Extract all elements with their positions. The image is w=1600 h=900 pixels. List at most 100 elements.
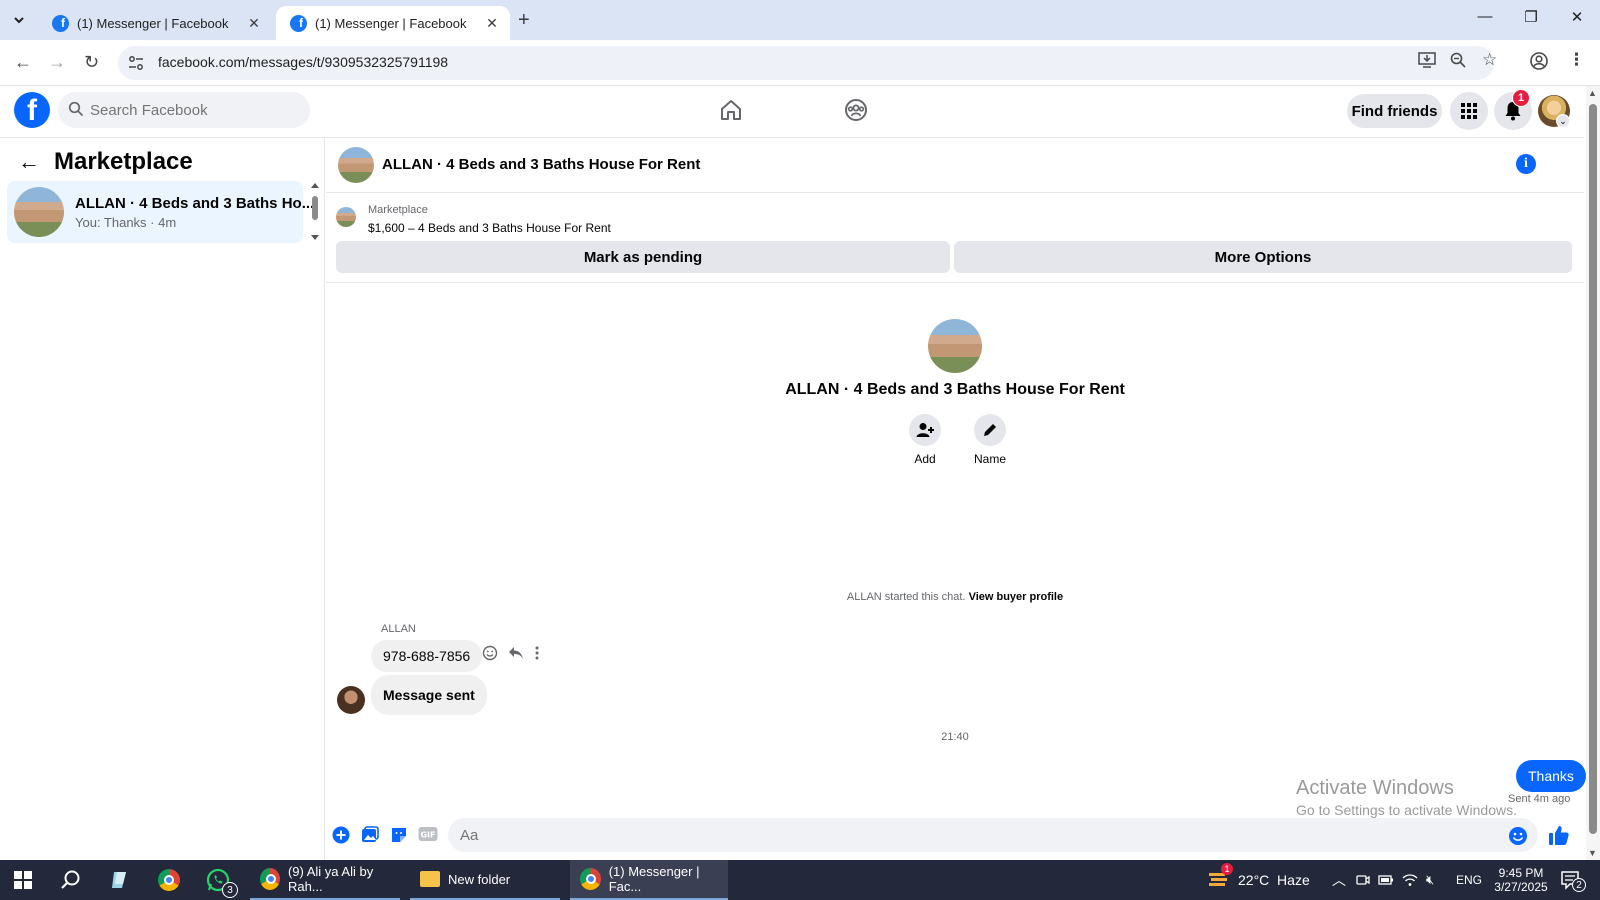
mark-as-pending-button[interactable]: Mark as pending xyxy=(336,241,950,273)
search-input[interactable] xyxy=(90,92,300,128)
view-buyer-profile-link[interactable]: View buyer profile xyxy=(969,591,1064,603)
groups-icon[interactable] xyxy=(844,98,868,125)
chat-title[interactable]: ALLAN · 4 Beds and 3 Baths House For Ren… xyxy=(382,156,700,173)
clock[interactable]: 9:45 PM 3/27/2025 xyxy=(1488,860,1554,900)
incoming-message-bubble[interactable]: 978-688-7856 xyxy=(371,640,483,672)
close-icon[interactable]: ✕ xyxy=(484,15,500,31)
chrome-logo-icon xyxy=(158,869,180,891)
volume-muted-icon[interactable]: 🔇︎ xyxy=(1426,860,1434,900)
back-arrow-icon[interactable]: ← xyxy=(14,52,32,73)
reply-icon[interactable] xyxy=(508,646,524,663)
add-person-icon xyxy=(909,414,941,446)
new-tab-button[interactable]: + xyxy=(518,9,530,32)
meet-now-icon[interactable] xyxy=(1356,860,1370,900)
facebook-header: f Find friends 1 ⌄ xyxy=(0,86,1584,138)
sidebar-title-row: ← Marketplace xyxy=(18,148,193,176)
kebab-menu-icon[interactable]: ⋮ xyxy=(1568,50,1585,70)
react-emoji-icon[interactable] xyxy=(482,645,498,664)
zoom-icon[interactable] xyxy=(1450,52,1466,72)
site-info-icon[interactable] xyxy=(128,55,144,74)
browser-tab-2[interactable]: f (1) Messenger | Facebook ✕ xyxy=(276,6,510,40)
name-button[interactable]: Name xyxy=(960,414,1020,466)
chevron-down-icon xyxy=(14,17,24,24)
chrome-logo-icon xyxy=(580,868,601,890)
scroll-down-arrow-icon[interactable]: ▼ xyxy=(1588,848,1597,858)
sticker-icon[interactable] xyxy=(390,826,408,847)
whatsapp-icon[interactable]: 3 xyxy=(206,860,238,900)
marketplace-label: Marketplace xyxy=(368,204,428,216)
scrollbar-thumb[interactable] xyxy=(1589,104,1597,834)
facebook-favicon-icon: f xyxy=(290,14,307,32)
taskbar-app-chrome-music[interactable]: (9) Ali ya Ali by Rah... xyxy=(250,860,400,900)
menu-grid-button[interactable] xyxy=(1450,92,1488,130)
marketplace-listing-bar: Marketplace $1,600 – 4 Beds and 3 Baths … xyxy=(326,193,1584,283)
message-actions xyxy=(482,645,540,664)
start-button[interactable] xyxy=(14,860,32,900)
listing-photo[interactable] xyxy=(338,147,374,183)
language-indicator[interactable]: ENG xyxy=(1456,860,1482,900)
listing-thumbnail xyxy=(336,207,356,227)
listing-price-title[interactable]: $1,600 – 4 Beds and 3 Baths House For Re… xyxy=(368,221,611,235)
conversation-item[interactable]: ALLAN · 4 Beds and 3 Baths Ho... You: Th… xyxy=(7,181,314,243)
home-icon[interactable] xyxy=(719,98,743,125)
app-icon[interactable] xyxy=(110,860,130,900)
intro-listing-photo xyxy=(928,319,982,373)
restore-button[interactable]: ❐ xyxy=(1516,8,1546,26)
windows-taskbar: 3 (9) Ali ya Ali by Rah... New folder (1… xyxy=(0,860,1600,900)
emoji-icon[interactable] xyxy=(1508,826,1528,849)
add-label: Add xyxy=(914,452,936,466)
outgoing-message-bubble[interactable]: Thanks xyxy=(1516,760,1586,792)
thumbs-up-icon[interactable] xyxy=(1548,824,1570,849)
taskbar-app-label: (9) Ali ya Ali by Rah... xyxy=(287,864,374,894)
facebook-search[interactable] xyxy=(58,92,310,128)
chevron-up-icon[interactable]: ︿ xyxy=(1332,860,1346,900)
chevron-down-icon[interactable]: ⌄ xyxy=(1556,114,1570,128)
facebook-favicon-icon: f xyxy=(52,14,69,32)
search-icon xyxy=(61,870,80,889)
sender-name: ALLAN xyxy=(381,623,416,635)
plus-circle-icon[interactable] xyxy=(332,826,350,847)
browser-tabbar: f (1) Messenger | Facebook ✕ f (1) Messe… xyxy=(0,0,1600,40)
tab-search-button[interactable] xyxy=(6,8,32,32)
page-scrollbar[interactable]: ▲ ▼ xyxy=(1586,86,1600,860)
search-taskbar-button[interactable] xyxy=(60,860,82,900)
find-friends-button[interactable]: Find friends xyxy=(1347,94,1442,128)
window-close-button[interactable]: ✕ xyxy=(1562,8,1592,26)
more-options-button[interactable]: More Options xyxy=(954,241,1572,273)
reload-icon[interactable]: ↻ xyxy=(84,52,99,73)
message-input[interactable] xyxy=(460,818,1500,852)
browser-tab-1[interactable]: f (1) Messenger | Facebook ✕ xyxy=(38,6,272,40)
search-icon xyxy=(68,101,84,117)
battery-icon[interactable] xyxy=(1378,860,1394,900)
install-app-icon[interactable] xyxy=(1418,52,1436,72)
scroll-up-arrow-icon[interactable]: ▲ xyxy=(1588,88,1597,98)
intro-name: ALLAN · 4 Beds and 3 Baths House For Ren… xyxy=(785,381,1125,398)
weather-widget[interactable]: 1 22°C Haze xyxy=(1208,860,1310,900)
add-button[interactable]: Add xyxy=(895,414,955,466)
sidebar-scrollbar[interactable] xyxy=(310,182,320,242)
omnibox[interactable]: facebook.com/messages/t/9309532325791198 xyxy=(118,46,1494,80)
chrome-icon[interactable] xyxy=(158,860,188,900)
conversation-preview: You: Thanks · 4m xyxy=(75,215,177,230)
profile-icon[interactable] xyxy=(1530,52,1548,74)
back-arrow-icon[interactable]: ← xyxy=(18,149,40,175)
sender-avatar[interactable] xyxy=(337,686,365,714)
taskbar-app-file-explorer[interactable]: New folder xyxy=(410,860,560,900)
facebook-logo-icon[interactable]: f xyxy=(14,92,50,128)
incoming-message-bubble[interactable]: Message sent xyxy=(371,675,487,715)
wifi-icon[interactable] xyxy=(1402,860,1418,900)
url-text[interactable]: facebook.com/messages/t/9309532325791198 xyxy=(158,54,448,70)
bookmark-star-icon[interactable]: ☆ xyxy=(1482,50,1497,70)
weather-badge: 1 xyxy=(1221,862,1233,875)
notification-center-badge: 2 xyxy=(1572,878,1586,892)
notification-center-icon[interactable]: 2 xyxy=(1560,860,1586,900)
gif-icon[interactable]: GIF xyxy=(418,826,438,845)
minimize-button[interactable]: — xyxy=(1470,8,1500,25)
info-icon[interactable]: i xyxy=(1516,154,1536,174)
close-icon[interactable]: ✕ xyxy=(246,15,262,31)
more-actions-icon[interactable] xyxy=(534,646,540,663)
photo-icon[interactable] xyxy=(361,826,379,847)
taskbar-app-chrome-messenger[interactable]: (1) Messenger | Fac... xyxy=(570,860,728,900)
forward-arrow-icon[interactable]: → xyxy=(48,52,66,73)
clock-time: 9:45 PM xyxy=(1498,866,1544,880)
